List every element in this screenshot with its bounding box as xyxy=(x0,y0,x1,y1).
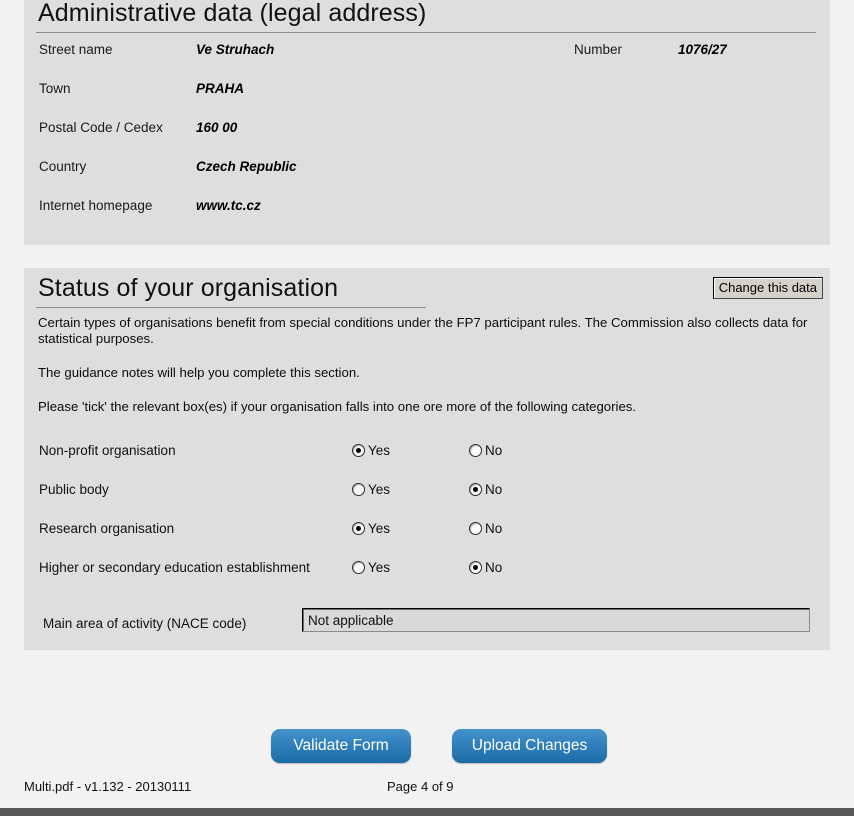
page-indicator-label: Page 4 of 9 xyxy=(387,779,454,794)
field-row-town: Town PRAHA xyxy=(24,81,830,101)
administrative-data-heading: Administrative data (legal address) xyxy=(38,0,427,27)
status-heading: Status of your organisation xyxy=(38,274,339,302)
radio-education-establishment-no[interactable]: No xyxy=(469,560,502,575)
change-this-data-button[interactable]: Change this data xyxy=(712,277,823,299)
radio-label-yes: Yes xyxy=(368,443,391,458)
country-label: Country xyxy=(39,159,87,174)
street-name-value: Ve Struhach xyxy=(196,42,275,57)
radio-label-yes: Yes xyxy=(368,560,391,575)
intro-paragraph-1: Certain types of organisations benefit f… xyxy=(38,315,808,346)
town-label: Town xyxy=(39,81,71,96)
radio-label-no: No xyxy=(485,560,503,575)
radio-dot-icon xyxy=(352,483,365,496)
question-row-education-establishment: Higher or secondary education establishm… xyxy=(24,560,830,582)
radio-non-profit-yes[interactable]: Yes xyxy=(352,443,390,458)
internet-homepage-value: www.tc.cz xyxy=(196,198,261,213)
street-name-label: Street name xyxy=(39,42,113,57)
radio-dot-icon xyxy=(352,561,365,574)
nace-code-input[interactable] xyxy=(302,608,810,632)
field-row-homepage: Internet homepage www.tc.cz xyxy=(24,198,830,218)
document-info-label: Multi.pdf - v1.132 - 20130111 xyxy=(24,779,192,794)
radio-dot-icon xyxy=(352,522,365,535)
question-label-public-body: Public body xyxy=(39,482,109,497)
radio-research-organisation-yes[interactable]: Yes xyxy=(352,521,390,536)
nace-code-label: Main area of activity (NACE code) xyxy=(43,616,247,631)
validate-form-button[interactable]: Validate Form xyxy=(271,729,411,763)
question-label-research-organisation: Research organisation xyxy=(39,521,175,536)
internet-homepage-label: Internet homepage xyxy=(39,198,153,213)
form-page: Administrative data (legal address) Stre… xyxy=(0,0,854,816)
radio-public-body-no[interactable]: No xyxy=(469,482,502,497)
heading-divider xyxy=(36,32,816,33)
question-row-research-organisation: Research organisation Yes No xyxy=(24,521,830,543)
radio-label-no: No xyxy=(485,521,503,536)
footer-bar xyxy=(0,808,854,816)
field-row-street: Street name Ve Struhach Number 1076/27 xyxy=(24,42,830,62)
radio-dot-icon xyxy=(469,561,482,574)
radio-label-yes: Yes xyxy=(368,521,391,536)
field-row-country: Country Czech Republic xyxy=(24,159,830,179)
radio-label-no: No xyxy=(485,443,503,458)
radio-dot-icon xyxy=(469,483,482,496)
radio-label-yes: Yes xyxy=(368,482,391,497)
field-row-postal-code: Postal Code / Cedex 160 00 xyxy=(24,120,830,140)
radio-public-body-yes[interactable]: Yes xyxy=(352,482,390,497)
question-row-non-profit: Non-profit organisation Yes No xyxy=(24,443,830,465)
country-value: Czech Republic xyxy=(196,159,297,174)
question-label-non-profit: Non-profit organisation xyxy=(39,443,176,458)
postal-code-label: Postal Code / Cedex xyxy=(39,120,163,135)
question-row-public-body: Public body Yes No xyxy=(24,482,830,504)
radio-dot-icon xyxy=(469,444,482,457)
number-value: 1076/27 xyxy=(678,42,727,57)
number-label: Number xyxy=(574,42,623,57)
upload-changes-button[interactable]: Upload Changes xyxy=(452,729,607,763)
status-of-organisation-panel: Status of your organisation Change this … xyxy=(24,268,830,650)
radio-dot-icon xyxy=(352,444,365,457)
heading-divider xyxy=(36,307,426,308)
radio-non-profit-no[interactable]: No xyxy=(469,443,502,458)
administrative-data-panel: Administrative data (legal address) Stre… xyxy=(24,0,830,245)
intro-paragraph-2: The guidance notes will help you complet… xyxy=(38,365,360,380)
intro-paragraph-3: Please 'tick' the relevant box(es) if yo… xyxy=(38,399,637,414)
postal-code-value: 160 00 xyxy=(196,120,238,135)
radio-dot-icon xyxy=(469,522,482,535)
radio-research-organisation-no[interactable]: No xyxy=(469,521,502,536)
question-label-education-establishment: Higher or secondary education establishm… xyxy=(39,560,310,575)
town-value: PRAHA xyxy=(196,81,245,96)
radio-label-no: No xyxy=(485,482,503,497)
radio-education-establishment-yes[interactable]: Yes xyxy=(352,560,390,575)
